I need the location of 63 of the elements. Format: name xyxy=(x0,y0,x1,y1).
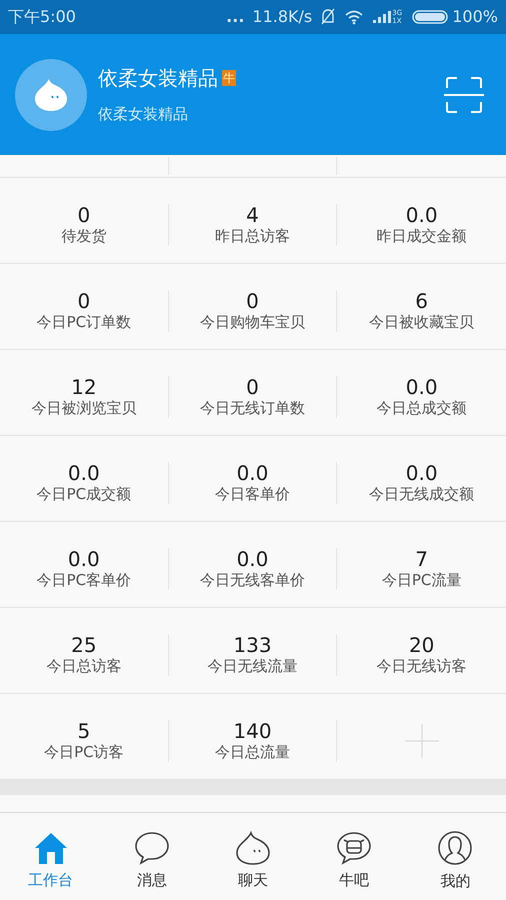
stat-label: 今日PC客单价 xyxy=(36,570,132,590)
nav-tab[interactable]: 工作台 xyxy=(0,821,102,892)
stat-label: 昨日成交金额 xyxy=(376,226,467,246)
nav-tab[interactable]: 牛吧 xyxy=(304,821,405,892)
stat-value: 12 xyxy=(71,376,97,398)
stat-label: 今日PC订单数 xyxy=(36,312,132,332)
stat-value: 0.0 xyxy=(406,376,438,398)
mascot-icon xyxy=(33,76,69,112)
battery-icon xyxy=(412,9,448,25)
battery-text: 100% xyxy=(452,6,498,28)
home-icon xyxy=(32,831,69,866)
nav-tab[interactable]: 聊天 xyxy=(202,821,304,892)
user-icon xyxy=(437,830,474,866)
stat-label: 昨日总访客 xyxy=(214,226,290,246)
speech-bubble-icon xyxy=(134,831,170,866)
stat-label: 今日总成交额 xyxy=(376,398,467,418)
stat-value: 0.0 xyxy=(68,548,100,570)
stat-label: 今日无线订单数 xyxy=(200,398,305,418)
store-name: 依柔女装精品 xyxy=(98,65,218,92)
stat-label: 今日客单价 xyxy=(214,484,290,504)
seller-badge: 牛 xyxy=(222,70,236,86)
nav-tab[interactable]: 消息 xyxy=(101,821,202,892)
stat-value: 140 xyxy=(233,720,272,742)
stat-value: 0.0 xyxy=(406,462,438,484)
stat-label: 今日购物车宝贝 xyxy=(200,312,305,332)
stat-value: 7 xyxy=(415,548,428,570)
stat-label: 今日无线流量 xyxy=(207,656,298,676)
stat-value: 0.0 xyxy=(406,204,438,226)
scan-icon[interactable] xyxy=(444,76,484,114)
stat-value: 6 xyxy=(415,290,428,312)
nav-tab[interactable]: 我的 xyxy=(404,820,506,893)
store-subtitle: 依柔女装精品 xyxy=(98,104,189,126)
stat-label: 今日无线成交额 xyxy=(369,484,474,504)
stat-label: 待发货 xyxy=(61,226,106,246)
speed-text: 11.8K/s xyxy=(252,6,312,28)
stat-value: 25 xyxy=(71,634,97,656)
stat-value: 0 xyxy=(77,290,90,312)
stat-label: 今日PC访客 xyxy=(44,742,124,762)
mascot-icon xyxy=(235,831,271,866)
signal-icon xyxy=(372,10,392,24)
stat-value: 0.0 xyxy=(236,462,268,484)
stat-label: 今日总访客 xyxy=(46,656,122,676)
stat-value: 0 xyxy=(246,290,259,312)
stat-value: 133 xyxy=(233,634,272,656)
clock-text: 下午5:00 xyxy=(8,6,76,28)
stat-value: 0.0 xyxy=(236,548,268,570)
dots-text: ... xyxy=(226,6,244,28)
stat-label: 今日总流量 xyxy=(214,742,290,762)
stat-label: 今日PC流量 xyxy=(382,570,462,590)
stat-value: 5 xyxy=(77,720,90,742)
stat-label: 今日无线访客 xyxy=(376,656,467,676)
stat-value: 4 xyxy=(246,204,259,226)
stat-label: 今日被浏览宝贝 xyxy=(31,398,136,418)
stat-value: 0 xyxy=(77,204,90,226)
bell-off-icon xyxy=(320,8,336,26)
stat-label: 今日PC成交额 xyxy=(36,484,132,504)
stat-value: 0.0 xyxy=(68,462,100,484)
cow-bubble-icon xyxy=(336,831,372,866)
stat-label: 今日无线客单价 xyxy=(200,570,305,590)
stat-value: 20 xyxy=(408,634,434,656)
stat-label: 今日被收藏宝贝 xyxy=(369,312,474,332)
stat-value: 0 xyxy=(246,376,259,398)
wifi-icon xyxy=(344,9,364,25)
